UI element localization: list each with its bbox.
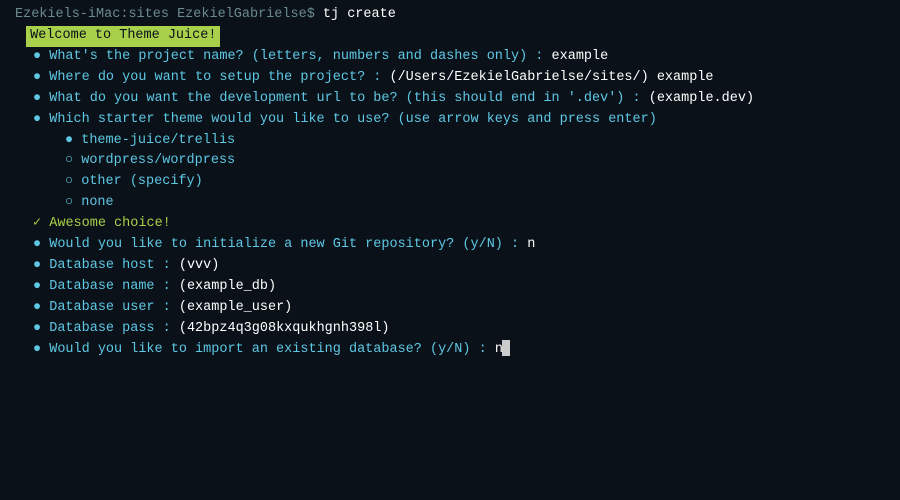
theme-option[interactable]: ● theme-juice/trellis [15, 131, 885, 152]
prompt-line: ● What do you want the development url t… [15, 89, 885, 110]
prompt-text: What's the project name? (letters, numbe… [49, 49, 527, 64]
bullet-selected-icon: ● [65, 133, 73, 148]
prompt-answer[interactable]: (vvv) [179, 258, 220, 273]
shell-host: Ezekiels-iMac [15, 7, 120, 22]
bullet-icon: ● [33, 321, 41, 336]
bullet-unselected-icon: ○ [65, 153, 73, 168]
confirm-text: Awesome choice! [49, 216, 171, 231]
prompt-text: Database name [49, 279, 154, 294]
prompt-text: Would you like to initialize a new Git r… [49, 237, 503, 252]
option-label: theme-juice/trellis [81, 133, 235, 148]
prompt-line: ● Database pass : (42bpz4q3g08kxqukhgnh3… [15, 319, 885, 340]
bullet-icon: ● [33, 300, 41, 315]
bullet-icon: ● [33, 49, 41, 64]
check-icon: ✓ [33, 216, 41, 231]
prompt-answer[interactable]: (example_user) [179, 300, 292, 315]
prompt-text: Database host [49, 258, 154, 273]
bullet-icon: ● [33, 279, 41, 294]
prompt-line: ● What's the project name? (letters, num… [15, 47, 885, 68]
bullet-icon: ● [33, 342, 41, 357]
theme-option[interactable]: ○ other (specify) [15, 172, 885, 193]
bullet-icon: ● [33, 112, 41, 127]
prompt-text: Which starter theme would you like to us… [49, 112, 657, 127]
prompt-text: Database user [49, 300, 154, 315]
bullet-icon: ● [33, 258, 41, 273]
shell-command[interactable]: tj create [323, 7, 396, 22]
confirm-line: ✓ Awesome choice! [15, 214, 885, 235]
bullet-icon: ● [33, 237, 41, 252]
prompt-line: ● Would you like to initialize a new Git… [15, 235, 885, 256]
prompt-text: Database pass [49, 321, 154, 336]
prompt-answer[interactable]: (42bpz4q3g08kxqukhgnh398l) [179, 321, 390, 336]
option-label: none [81, 195, 113, 210]
theme-option[interactable]: ○ none [15, 193, 885, 214]
bullet-icon: ● [33, 70, 41, 85]
prompt-line: ● Which starter theme would you like to … [15, 110, 885, 131]
prompt-answer[interactable]: n [527, 237, 535, 252]
prompt-answer[interactable]: example [552, 49, 609, 64]
bullet-unselected-icon: ○ [65, 195, 73, 210]
prompt-text: What do you want the development url to … [49, 91, 624, 106]
prompt-line: ● Database host : (vvv) [15, 256, 885, 277]
prompt-answer[interactable]: (/Users/EzekielGabrielse/sites/) example [389, 70, 713, 85]
shell-path: sites [128, 7, 169, 22]
bullet-icon: ● [33, 91, 41, 106]
bullet-unselected-icon: ○ [65, 174, 73, 189]
prompt-line: ● Database name : (example_db) [15, 277, 885, 298]
banner-line: Welcome to Theme Juice! [15, 26, 885, 47]
prompt-text: Where do you want to setup the project? [49, 70, 365, 85]
shell-prompt-line: Ezekiels-iMac:sites EzekielGabrielse$ tj… [15, 5, 885, 26]
prompt-line: ● Database user : (example_user) [15, 298, 885, 319]
shell-user: EzekielGabrielse [177, 7, 307, 22]
cursor [502, 340, 510, 356]
prompt-answer[interactable]: (example.dev) [649, 91, 754, 106]
welcome-banner: Welcome to Theme Juice! [26, 26, 220, 47]
prompt-line: ● Where do you want to setup the project… [15, 68, 885, 89]
prompt-answer[interactable]: (example_db) [179, 279, 276, 294]
prompt-text: Would you like to import an existing dat… [49, 342, 470, 357]
option-label: wordpress/wordpress [81, 153, 235, 168]
theme-option[interactable]: ○ wordpress/wordpress [15, 151, 885, 172]
prompt-line: ● Would you like to import an existing d… [15, 340, 885, 361]
option-label: other (specify) [81, 174, 203, 189]
